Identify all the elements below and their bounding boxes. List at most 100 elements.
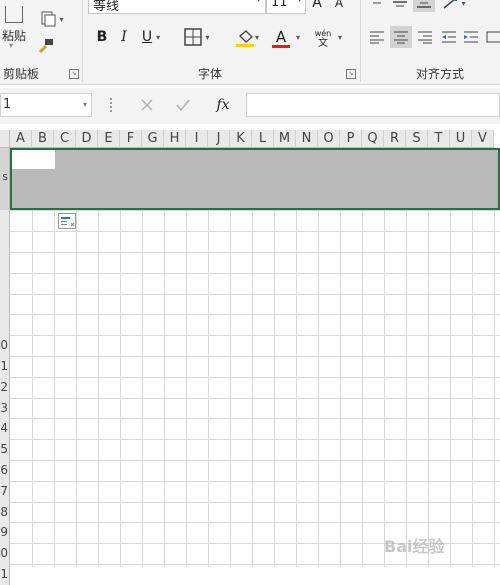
formula-bar-grip-icon[interactable] — [110, 98, 115, 112]
font-dialog-launcher[interactable]: ↘ — [346, 69, 356, 79]
row-header-label: 6 — [0, 463, 8, 477]
align-left-button[interactable] — [368, 28, 386, 46]
decrease-indent-icon — [442, 31, 456, 43]
row-header[interactable] — [0, 294, 10, 315]
font-name-select[interactable]: 等线 ▾ — [88, 0, 266, 14]
increase-indent-button[interactable] — [462, 28, 480, 46]
row-header[interactable] — [0, 231, 10, 252]
gridline-horizontal — [10, 252, 500, 253]
chevron-down-icon: ▾ — [156, 32, 161, 42]
row-header[interactable]: 6 — [0, 460, 10, 481]
column-header[interactable]: P — [340, 130, 362, 148]
column-header[interactable]: D — [76, 130, 98, 148]
column-header[interactable]: R — [384, 130, 406, 148]
row-header[interactable]: 4 — [0, 418, 10, 439]
shrink-font-button[interactable]: A — [330, 0, 348, 12]
column-header[interactable]: L — [252, 130, 274, 148]
row-header[interactable]: 2 — [0, 377, 10, 398]
enter-button[interactable] — [174, 96, 192, 114]
column-header[interactable]: N — [296, 130, 318, 148]
phonetic-button[interactable]: wén 文 — [312, 26, 334, 52]
row-header-selected[interactable]: s — [0, 148, 10, 210]
column-header[interactable]: S — [406, 130, 428, 148]
cancel-button[interactable] — [138, 96, 156, 114]
row-header-label: 3 — [0, 401, 8, 415]
column-header[interactable]: J — [208, 130, 230, 148]
formula-input[interactable] — [246, 93, 500, 117]
column-header[interactable]: A — [10, 130, 32, 148]
row-header[interactable]: 0 — [0, 543, 10, 564]
row-header[interactable] — [0, 210, 10, 231]
orientation-icon — [444, 0, 458, 9]
font-color-button[interactable]: A — [268, 26, 294, 50]
decrease-indent-button[interactable] — [440, 28, 458, 46]
clipboard-dialog-launcher[interactable]: ↘ — [69, 69, 79, 79]
gridline-horizontal — [10, 231, 500, 232]
active-cell[interactable] — [12, 150, 55, 169]
row-header[interactable] — [0, 314, 10, 335]
column-header[interactable]: I — [186, 130, 208, 148]
underline-button[interactable]: U ▾ — [138, 28, 164, 46]
worksheet-grid[interactable]: ABCDEFGHIJKLMNOPQRSTUV s 0 1 2 3 4 5 6 7 8 9 0 1 Ba… — [0, 130, 500, 585]
bottom-align-button[interactable] — [413, 0, 435, 12]
name-box-value: 1 — [3, 97, 12, 112]
font-group-label: 字体 — [198, 67, 223, 81]
clipboard-group-label: 剪贴板 — [3, 67, 40, 81]
italic-button[interactable]: I — [117, 28, 131, 46]
check-icon — [176, 99, 190, 112]
row-header[interactable]: 7 — [0, 481, 10, 502]
top-align-button[interactable] — [368, 0, 386, 10]
gridline-horizontal — [10, 418, 500, 419]
column-header[interactable]: C — [54, 130, 76, 148]
middle-align-button[interactable] — [391, 0, 409, 10]
quick-analysis-button[interactable] — [58, 213, 76, 229]
name-box[interactable]: 1 ▾ — [0, 93, 92, 117]
column-header[interactable]: F — [120, 130, 142, 148]
gridline-horizontal — [10, 502, 500, 503]
orientation-button[interactable]: ▾ — [440, 0, 468, 10]
column-header[interactable]: T — [428, 130, 450, 148]
insert-function-button[interactable]: fx — [212, 95, 234, 115]
row-header[interactable]: 1 — [0, 564, 10, 585]
column-header[interactable]: U — [450, 130, 472, 148]
gridline-horizontal — [10, 273, 500, 274]
row-header-label: 0 — [0, 546, 8, 560]
grow-font-button[interactable]: A — [308, 0, 326, 12]
row-header[interactable] — [0, 273, 10, 294]
clipboard-dropdown[interactable]: ▾ — [6, 40, 16, 50]
column-header[interactable]: E — [98, 130, 120, 148]
column-header[interactable]: M — [274, 130, 296, 148]
border-button[interactable]: ▾ — [180, 27, 214, 47]
align-right-button[interactable] — [416, 28, 434, 46]
column-header[interactable]: G — [142, 130, 164, 148]
top-align-icon — [373, 2, 381, 4]
bold-button[interactable]: B — [94, 28, 110, 46]
select-all-corner[interactable] — [0, 130, 10, 148]
chevron-down-icon: ▾ — [461, 0, 466, 8]
column-header[interactable]: B — [32, 130, 54, 148]
row-header[interactable]: 3 — [0, 398, 10, 419]
column-header[interactable]: O — [318, 130, 340, 148]
row-header[interactable]: 8 — [0, 502, 10, 523]
column-header[interactable]: K — [230, 130, 252, 148]
row-header[interactable] — [0, 252, 10, 273]
row-header[interactable]: 1 — [0, 356, 10, 377]
chevron-down-icon[interactable]: ▾ — [255, 33, 259, 42]
copy-button[interactable]: ▾ — [36, 10, 68, 28]
row-header[interactable]: 0 — [0, 335, 10, 356]
font-size-select[interactable]: 11 ▾ — [266, 0, 306, 14]
column-header[interactable]: Q — [362, 130, 384, 148]
selected-range[interactable] — [10, 148, 500, 210]
align-center-button[interactable] — [390, 26, 412, 48]
row-header[interactable]: 5 — [0, 439, 10, 460]
font-size-value: 11 — [271, 0, 288, 10]
row-header[interactable]: 9 — [0, 522, 10, 543]
merge-center-button[interactable] — [486, 28, 500, 46]
chevron-down-icon[interactable]: ▾ — [338, 33, 342, 42]
column-header[interactable]: V — [472, 130, 494, 148]
chevron-down-icon[interactable]: ▾ — [296, 33, 300, 42]
format-painter-button[interactable] — [36, 36, 56, 56]
row-header-label: 0 — [0, 338, 8, 352]
underline-label: U — [141, 29, 153, 45]
column-header[interactable]: H — [164, 130, 186, 148]
